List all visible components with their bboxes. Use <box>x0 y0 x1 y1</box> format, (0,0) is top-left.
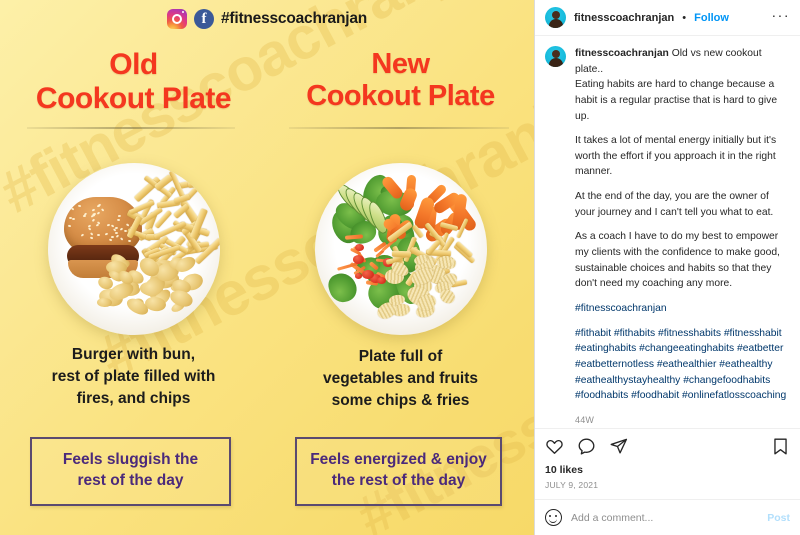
heading-rule <box>289 127 509 129</box>
emoji-icon[interactable] <box>545 509 562 526</box>
separator-dot: • <box>682 12 686 24</box>
plate-new <box>315 163 487 335</box>
brand-row: f #fitnesscoachranjan <box>0 9 534 29</box>
post-actions: 10 likes JULY 9, 2021 <box>535 428 800 490</box>
description-old: Burger with bun, rest of plate filled wit… <box>0 344 267 410</box>
sidebar-header: fitnesscoachranjan • Follow ··· <box>535 0 800 36</box>
caption-paragraph: At the end of the day, you are the owner… <box>575 189 790 220</box>
heading-old-line1: Old <box>0 48 267 82</box>
heading-new-line2: Cookout Plate <box>267 80 534 112</box>
post-date: JULY 9, 2021 <box>545 480 790 490</box>
caption-text: fitnesscoachranjan Old vs new cookout pl… <box>575 46 790 427</box>
heading-new: New Cookout Plate <box>267 48 534 113</box>
post-comment-button[interactable]: Post <box>767 512 790 524</box>
more-options-icon[interactable]: ··· <box>772 11 791 24</box>
post-sidebar: fitnesscoachranjan • Follow ··· fitnessc… <box>534 0 800 535</box>
comment-input[interactable] <box>571 512 758 524</box>
plate-old <box>48 163 220 335</box>
caption-paragraph: Eating habits are hard to change because… <box>575 79 777 121</box>
caption-paragraph: It takes a lot of mental energy initiall… <box>575 133 790 180</box>
comment-icon[interactable] <box>577 437 596 456</box>
callout-old: Feels sluggish the rest of the day <box>30 437 231 506</box>
instagram-post-page: #fitnesscoachranjan #fitnesscoachranjan … <box>0 0 800 535</box>
heart-icon[interactable] <box>545 437 564 456</box>
instagram-icon <box>167 9 187 29</box>
share-icon[interactable] <box>609 437 628 456</box>
column-old: Old Cookout Plate Burger with bun, rest … <box>0 0 267 535</box>
description-new: Plate full of vegetables and fruits some c… <box>267 346 534 412</box>
heading-old: Old Cookout Plate <box>0 48 267 115</box>
caption-tag-line[interactable]: #fitnesscoachranjan <box>575 301 790 317</box>
caption-username[interactable]: fitnesscoachranjan <box>575 48 669 59</box>
facebook-icon: f <box>194 9 214 29</box>
brand-handle: #fitnesscoachranjan <box>221 10 367 28</box>
header-username[interactable]: fitnesscoachranjan <box>574 12 674 24</box>
likes-count[interactable]: 10 likes <box>545 464 790 476</box>
caption-age: 44w <box>575 414 790 428</box>
follow-button[interactable]: Follow <box>694 12 729 24</box>
caption-area: fitnesscoachranjan Old vs new cookout pl… <box>535 36 800 428</box>
post-image[interactable]: #fitnesscoachranjan #fitnesscoachranjan … <box>0 0 534 535</box>
callout-new: Feels energized & enjoy the rest of the d… <box>295 437 502 506</box>
comment-box: Post <box>535 499 800 535</box>
avatar[interactable] <box>545 7 566 28</box>
heading-new-line1: New <box>267 48 534 80</box>
caption-paragraph: As a coach I have to do my best to empow… <box>575 229 790 292</box>
column-new: New Cookout Plate Plate full of vegetable… <box>267 0 534 535</box>
heading-old-line2: Cookout Plate <box>0 82 267 116</box>
heading-rule <box>27 127 235 129</box>
caption-hashtags[interactable]: #fithabit #fithabits #fitnesshabits #fit… <box>575 326 790 404</box>
caption-intro: fitnesscoachranjan Old vs new cookout pl… <box>575 46 790 124</box>
bookmark-icon[interactable] <box>771 437 790 456</box>
caption-avatar[interactable] <box>545 46 566 67</box>
